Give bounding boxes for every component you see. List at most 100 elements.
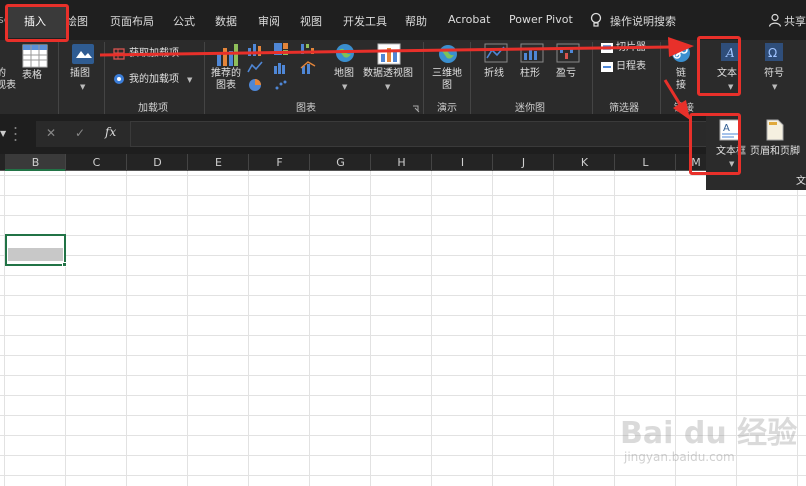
waterfall-chart-icon[interactable]: [300, 42, 316, 56]
insert-function-icon[interactable]: fx: [105, 125, 116, 139]
svg-text:Ω: Ω: [768, 46, 777, 60]
column-header-i[interactable]: I: [432, 156, 493, 169]
divider: [14, 121, 17, 147]
pie-chart-icon[interactable]: [247, 78, 263, 92]
links-group-label: 链接: [674, 103, 694, 114]
tab-acrobat[interactable]: Acrobat: [448, 13, 490, 26]
chevron-down-icon: ▼: [342, 83, 348, 91]
tab-formulas[interactable]: 公式: [173, 13, 195, 29]
namebox-dropdown-icon[interactable]: ▼: [0, 129, 6, 138]
tab-page-layout[interactable]: 页面布局: [110, 13, 154, 29]
column-header-h[interactable]: H: [371, 156, 432, 169]
divider: [65, 154, 66, 171]
combo-chart-icon[interactable]: [300, 60, 316, 74]
tab-view[interactable]: 视图: [300, 13, 322, 29]
divider: [553, 154, 554, 171]
cancel-icon[interactable]: ✕: [46, 126, 56, 140]
column-header-f[interactable]: F: [249, 156, 310, 169]
illustrations-icon: [70, 42, 96, 66]
separator: [423, 42, 424, 114]
fill-handle[interactable]: [62, 262, 67, 267]
divider: [431, 154, 432, 171]
recommended-charts-button[interactable]: 推荐的 图表: [211, 68, 241, 92]
scatter-chart-icon[interactable]: [273, 78, 289, 92]
tab-developer[interactable]: 开发工具: [343, 13, 387, 29]
hierarchy-chart-icon[interactable]: [273, 42, 289, 56]
column-header-b[interactable]: B: [5, 156, 66, 169]
chevron-down-icon: ▼: [772, 83, 778, 91]
sparklines-group-label: 迷你图: [515, 103, 545, 114]
divider: [126, 154, 127, 171]
sparkline-column-icon: [520, 42, 544, 64]
column-header-g[interactable]: G: [310, 156, 371, 169]
addins-group-label: 加载项: [138, 103, 168, 114]
slicer-button[interactable]: 切片器: [616, 42, 646, 54]
divider: [614, 154, 615, 171]
divider: [309, 154, 310, 171]
tab-power-pivot[interactable]: Power Pivot: [509, 13, 573, 26]
baidu-watermark-logo: Bai du 经验: [620, 416, 798, 451]
globe-icon: [334, 42, 356, 64]
3d-map-button[interactable]: 三维地 图: [432, 68, 462, 92]
sparkline-column-button[interactable]: 柱形: [520, 68, 540, 80]
pivot-chart-icon: [376, 42, 402, 66]
sparkline-winloss-icon: [556, 42, 580, 64]
link-button[interactable]: 链 接: [676, 68, 686, 92]
divider: [370, 154, 371, 171]
baidu-watermark-url: jingyan.baidu.com: [624, 450, 735, 464]
separator: [660, 42, 661, 114]
share-button[interactable]: 共享: [784, 13, 806, 29]
3d-map-icon: [436, 42, 460, 66]
separator: [204, 42, 205, 114]
timeline-button[interactable]: 日程表: [616, 61, 646, 73]
my-addins-button[interactable]: 我的加载项: [129, 74, 179, 86]
tell-me-search[interactable]: 操作说明搜索: [610, 13, 676, 29]
line-chart-icon[interactable]: [247, 60, 263, 74]
illustrations-button[interactable]: 插图: [70, 68, 90, 80]
statistic-chart-icon[interactable]: [273, 60, 289, 74]
tours-group-label: 演示: [437, 103, 457, 114]
header-footer-button[interactable]: 页眉和页脚: [750, 146, 800, 158]
tab-review[interactable]: 审阅: [258, 13, 280, 29]
omega-icon: Ω: [764, 42, 784, 62]
cell-fill: [8, 248, 63, 261]
map-button[interactable]: 地图: [334, 68, 354, 80]
separator: [58, 42, 59, 114]
enter-icon[interactable]: ✓: [75, 126, 85, 140]
sparkline-winloss-button[interactable]: 盈亏: [556, 68, 576, 80]
formula-input[interactable]: [130, 121, 710, 147]
separator: [592, 42, 593, 114]
highlight-box-text-button: [697, 36, 741, 96]
person-icon: [768, 13, 782, 27]
column-chart-icon[interactable]: [247, 42, 263, 56]
column-header-c[interactable]: C: [66, 156, 127, 169]
link-icon: [670, 42, 692, 64]
column-header-d[interactable]: D: [127, 156, 188, 169]
selected-cell[interactable]: [5, 234, 66, 266]
column-header-k[interactable]: K: [554, 156, 615, 169]
tab-data[interactable]: 数据: [215, 13, 237, 29]
table-button[interactable]: 表格: [22, 70, 42, 82]
filters-group-label: 筛选器: [609, 103, 639, 114]
tab-draw[interactable]: 绘图: [66, 13, 88, 29]
column-header-l[interactable]: L: [615, 156, 676, 169]
separator: [104, 42, 105, 114]
highlight-box-textbox: [689, 113, 741, 175]
divider: [492, 154, 493, 171]
tab-help[interactable]: 帮助: [405, 13, 427, 29]
column-header-j[interactable]: J: [493, 156, 554, 169]
store-icon: [113, 48, 125, 60]
column-header-e[interactable]: E: [188, 156, 249, 169]
chevron-down-icon: ▼: [80, 83, 86, 91]
header-footer-icon: [766, 119, 784, 141]
my-addins-icon: [113, 73, 125, 85]
pivot-table-label-partial[interactable]: 的 视表: [0, 68, 16, 92]
text-group-label-partial: 文: [796, 176, 806, 187]
sparkline-line-button[interactable]: 折线: [484, 68, 504, 80]
recommended-charts-icon: [214, 42, 240, 68]
symbols-button[interactable]: 符号: [764, 68, 784, 80]
timeline-icon: [600, 61, 614, 73]
pivot-chart-button[interactable]: 数据透视图: [363, 68, 413, 80]
dialog-launcher-icon[interactable]: [412, 103, 420, 113]
get-addins-button[interactable]: 获取加载项: [129, 48, 179, 60]
